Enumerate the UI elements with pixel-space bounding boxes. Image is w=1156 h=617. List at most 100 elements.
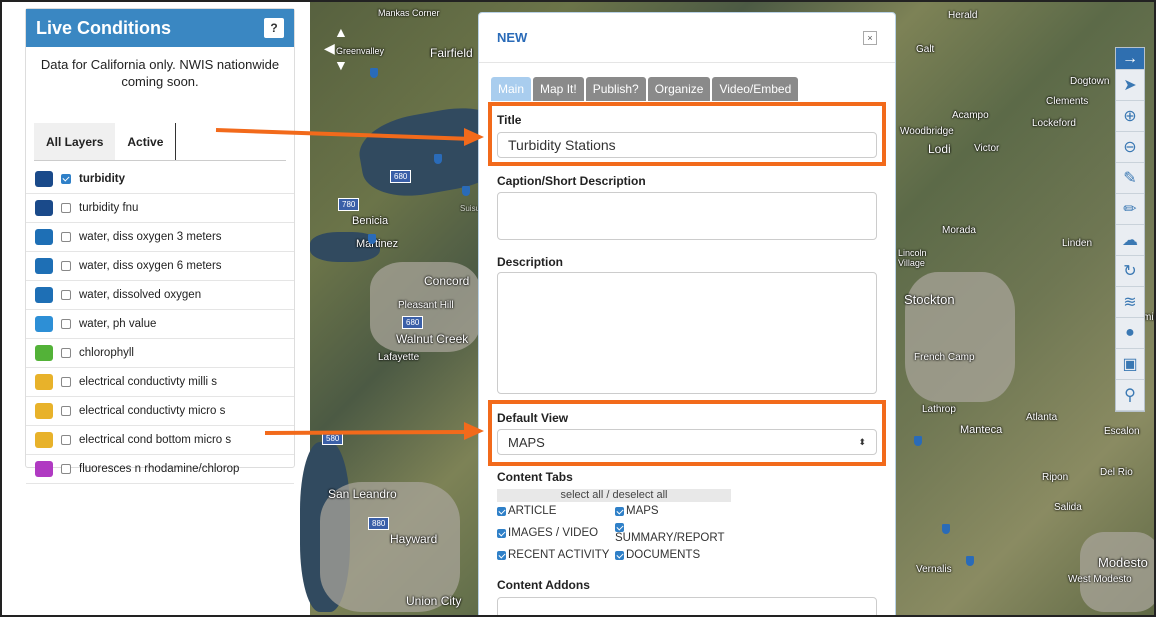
station-marker[interactable] <box>966 556 974 566</box>
checkbox[interactable] <box>497 551 506 560</box>
description-textarea[interactable] <box>497 272 877 394</box>
tab-organize[interactable]: Organize <box>647 77 711 101</box>
map-pan-arrows[interactable]: ▲ ◀ ▼ <box>324 24 348 73</box>
layer-checkbox[interactable] <box>61 377 71 387</box>
station-marker[interactable] <box>942 524 950 534</box>
layer-list: turbidity turbidity fnu water, diss oxygen… <box>26 165 294 484</box>
search-icon[interactable]: ⚲ <box>1116 380 1144 411</box>
checkbox[interactable] <box>615 551 624 560</box>
tab-all-layers[interactable]: All Layers <box>34 123 116 160</box>
layer-checkbox[interactable] <box>61 319 71 329</box>
select-all-toggle[interactable]: select all / deselect all <box>497 489 731 502</box>
layer-item[interactable]: turbidity <box>26 165 294 194</box>
map-label: Escalon <box>1104 426 1140 437</box>
checkbox[interactable] <box>497 529 506 538</box>
layer-item[interactable]: water, dissolved oxygen <box>26 281 294 310</box>
collapse-arrow-icon[interactable]: → <box>1116 48 1144 70</box>
layer-item[interactable]: chlorophyll <box>26 339 294 368</box>
tab-video-embed[interactable]: Video/Embed <box>712 77 799 101</box>
conductivity-icon <box>35 432 53 448</box>
layer-checkbox[interactable] <box>61 464 71 474</box>
screenshot-frame: Live Conditions ? Data for California on… <box>0 0 1156 617</box>
layer-item[interactable]: fluoresces n rhodamine/chlorop <box>26 455 294 484</box>
tab-main[interactable]: Main <box>491 77 532 101</box>
hayward-urban <box>320 482 460 612</box>
content-addons-field[interactable] <box>497 597 877 615</box>
pencil-icon[interactable]: ✏ <box>1116 194 1144 225</box>
map-label: Vernalis <box>916 564 952 575</box>
map-label: Ripon <box>1042 472 1069 483</box>
layer-checkbox[interactable] <box>61 348 71 358</box>
map-label: West Modesto <box>1068 574 1132 585</box>
content-tab-recent-activity[interactable]: RECENT ACTIVITY <box>497 549 609 561</box>
checkbox[interactable] <box>497 507 506 516</box>
info-icon[interactable]: ● <box>1116 318 1144 349</box>
panel-note: Data for California only. NWIS nationwid… <box>40 57 280 89</box>
map-label: Salida <box>1054 502 1082 513</box>
layer-item[interactable]: electrical cond bottom micro s <box>26 426 294 455</box>
content-tab-summary-report[interactable]: SUMMARY/REPORT <box>615 521 724 544</box>
layer-checkbox[interactable] <box>61 232 71 242</box>
layer-checkbox[interactable] <box>61 406 71 416</box>
map-label: French Camp <box>914 352 975 363</box>
highway-shield: 680 <box>390 170 412 183</box>
layer-label: electrical conductivty micro s <box>79 405 226 417</box>
pan-down-icon[interactable]: ▼ <box>334 57 348 73</box>
layer-item[interactable]: electrical conductivty milli s <box>26 368 294 397</box>
layer-checkbox[interactable] <box>61 203 71 213</box>
pointer-icon[interactable]: ➤ <box>1116 70 1144 101</box>
layer-label: water, diss oxygen 6 meters <box>79 260 222 272</box>
caption-textarea[interactable] <box>497 192 877 240</box>
tab-active[interactable]: Active <box>115 123 177 160</box>
layer-checkbox[interactable] <box>61 290 71 300</box>
pan-up-icon[interactable]: ▲ <box>334 24 348 40</box>
content-tab-maps[interactable]: MAPS <box>615 505 659 517</box>
map-label: Clements <box>1046 96 1089 107</box>
zoom-out-icon[interactable]: ⊖ <box>1116 132 1144 163</box>
layer-item[interactable]: water, diss oxygen 6 meters <box>26 252 294 281</box>
map-label: Victor <box>974 143 1000 154</box>
station-marker[interactable] <box>914 436 922 446</box>
station-marker[interactable] <box>368 234 376 244</box>
fullscreen-icon[interactable]: ▣ <box>1116 349 1144 380</box>
ruler-icon[interactable]: ✎ <box>1116 163 1144 194</box>
refresh-icon[interactable]: ↻ <box>1116 256 1144 287</box>
upload-icon[interactable]: ☁ <box>1116 225 1144 256</box>
layer-item[interactable]: water, diss oxygen 3 meters <box>26 223 294 252</box>
tab-map-it[interactable]: Map It! <box>533 77 584 101</box>
map-label: Galt <box>916 44 935 55</box>
modesto-urban <box>1080 532 1154 612</box>
content-tab-label: IMAGES / VIDEO <box>508 527 599 539</box>
oxygen-icon <box>35 229 53 245</box>
layer-checkbox[interactable] <box>61 435 71 445</box>
checkbox[interactable] <box>615 507 624 516</box>
content-tab-documents[interactable]: DOCUMENTS <box>615 549 700 561</box>
highway-shield: 680 <box>402 316 424 329</box>
layer-checkbox[interactable] <box>61 174 71 184</box>
caption-label: Caption/Short Description <box>497 174 646 188</box>
layer-item[interactable]: turbidity fnu <box>26 194 294 223</box>
station-marker[interactable] <box>370 68 378 78</box>
highway-shield: 880 <box>368 517 390 530</box>
highway-shield: 780 <box>338 198 360 211</box>
layer-item[interactable]: electrical conductivty micro s <box>26 397 294 426</box>
map-label: San Leandro <box>328 487 397 501</box>
station-marker[interactable] <box>462 186 470 196</box>
layer-label: electrical cond bottom micro s <box>79 434 232 446</box>
layer-item[interactable]: water, ph value <box>26 310 294 339</box>
content-addons-label: Content Addons <box>497 578 590 592</box>
content-tab-images-video[interactable]: IMAGES / VIDEO <box>497 527 598 539</box>
pan-left-icon[interactable]: ◀ <box>324 40 348 57</box>
content-tab-label: SUMMARY/REPORT <box>615 532 725 544</box>
content-tab-article[interactable]: ARTICLE <box>497 505 556 517</box>
zoom-in-icon[interactable]: ⊕ <box>1116 101 1144 132</box>
help-button[interactable]: ? <box>264 18 284 38</box>
map-label: Mankas Corner <box>378 8 440 18</box>
station-marker[interactable] <box>434 154 442 164</box>
layers-icon[interactable]: ≋ <box>1116 287 1144 318</box>
checkbox[interactable] <box>615 523 624 532</box>
tab-publish[interactable]: Publish? <box>585 77 646 101</box>
map-label: Hayward <box>390 532 438 546</box>
close-icon[interactable]: × <box>863 30 877 45</box>
layer-checkbox[interactable] <box>61 261 71 271</box>
